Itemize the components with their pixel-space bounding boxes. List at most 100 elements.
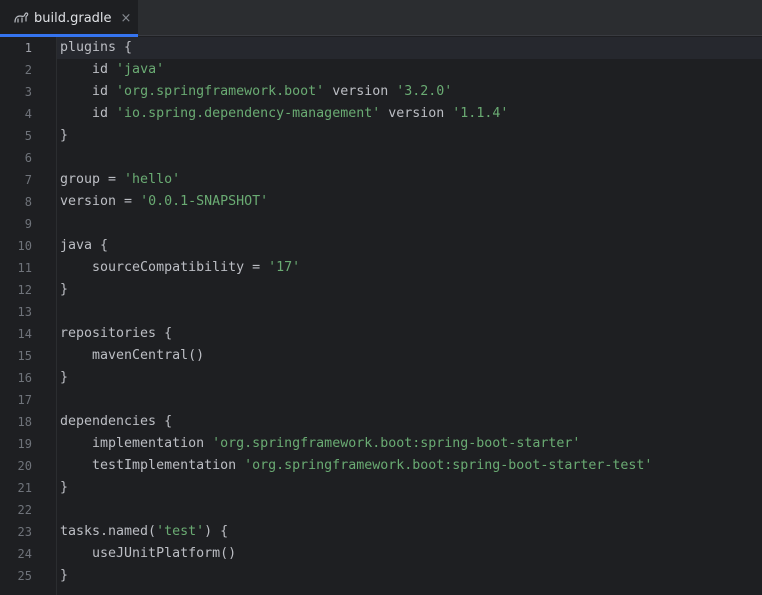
code-text: }: [60, 477, 68, 499]
string-token: '1.1.4': [452, 106, 509, 121]
code-token: implementation: [60, 436, 213, 451]
code-text: sourceCompatibility = '17': [60, 257, 300, 279]
code-line[interactable]: 1 plugins {: [0, 37, 762, 59]
code-token: tasks.named(: [60, 524, 157, 539]
code-token: }: [60, 128, 69, 143]
line-number: 23: [17, 525, 32, 539]
code-token: group =: [60, 172, 125, 187]
code-text: id 'java': [60, 59, 164, 81]
line-number: 3: [24, 85, 32, 99]
line-number: 9: [24, 217, 32, 231]
code-line[interactable]: 16}: [0, 367, 762, 389]
code-line[interactable]: 18 dependencies {: [0, 411, 762, 433]
code-line[interactable]: 21}: [0, 477, 762, 499]
line-number: 6: [24, 151, 32, 165]
code-token: dependencies {: [60, 414, 173, 429]
line-number: 4: [24, 107, 32, 121]
line-number: 11: [17, 261, 32, 275]
code-line[interactable]: 23 tasks.named('test') {: [0, 521, 762, 543]
code-line[interactable]: 22: [0, 499, 762, 521]
code-line[interactable]: 14 repositories {: [0, 323, 762, 345]
code-token: plugins {: [60, 40, 133, 55]
tab-build-gradle[interactable]: build.gradle ×: [0, 0, 138, 37]
line-number: 24: [17, 547, 32, 561]
editor-tab-bar: build.gradle ×: [0, 0, 762, 37]
code-line[interactable]: 3 id 'org.springframework.boot' version …: [0, 81, 762, 103]
line-number: 1: [24, 41, 32, 55]
line-number: 12: [17, 283, 32, 297]
gradle-elephant-icon: [13, 10, 29, 26]
code-text: dependencies {: [60, 411, 172, 433]
code-line[interactable]: 15 mavenCentral(): [0, 345, 762, 367]
code-text: }: [60, 565, 68, 587]
string-token: 'test': [156, 524, 205, 539]
line-number: 2: [24, 63, 32, 77]
code-text: tasks.named('test') {: [60, 521, 228, 543]
string-token: '3.2.0': [396, 84, 453, 99]
code-line[interactable]: 4 id 'io.spring.dependency-management' v…: [0, 103, 762, 125]
code-token: testImplementation: [60, 458, 245, 473]
code-token: id: [60, 84, 117, 99]
code-line[interactable]: 19 implementation 'org.springframework.b…: [0, 433, 762, 455]
code-text: }: [60, 367, 68, 389]
code-line[interactable]: 13: [0, 301, 762, 323]
code-token: ) {: [204, 524, 229, 539]
code-line[interactable]: 6: [0, 147, 762, 169]
line-number: 17: [17, 393, 32, 407]
code-token: }: [60, 370, 69, 385]
string-token: 'org.springframework.boot:spring-boot-st…: [212, 436, 581, 451]
code-text: id 'org.springframework.boot' version '3…: [60, 81, 452, 103]
line-number: 10: [17, 239, 32, 253]
string-token: 'java': [116, 62, 165, 77]
code-token: }: [60, 568, 69, 583]
code-text: testImplementation 'org.springframework.…: [60, 455, 652, 477]
code-editor[interactable]: 1 plugins {2 id 'java' 3 id 'org.springfra…: [0, 37, 762, 595]
code-text: plugins {: [60, 37, 132, 59]
code-token: sourceCompatibility =: [60, 260, 269, 275]
code-text: version = '0.0.1-SNAPSHOT': [60, 191, 268, 213]
code-line[interactable]: 25}: [0, 565, 762, 587]
line-number: 19: [17, 437, 32, 451]
code-text: useJUnitPlatform(): [60, 543, 236, 565]
code-line[interactable]: 17: [0, 389, 762, 411]
line-number: 14: [17, 327, 32, 341]
code-token: useJUnitPlatform(): [60, 546, 237, 561]
code-line[interactable]: 24 useJUnitPlatform(): [0, 543, 762, 565]
code-line[interactable]: 2 id 'java': [0, 59, 762, 81]
code-line[interactable]: 7 group = 'hello': [0, 169, 762, 191]
line-number: 25: [17, 569, 32, 583]
code-line[interactable]: 9: [0, 213, 762, 235]
code-token: mavenCentral(): [60, 348, 205, 363]
code-line[interactable]: 11 sourceCompatibility = '17': [0, 257, 762, 279]
code-line[interactable]: 5}: [0, 125, 762, 147]
code-text: implementation 'org.springframework.boot…: [60, 433, 580, 455]
line-number: 22: [17, 503, 32, 517]
code-line[interactable]: 12}: [0, 279, 762, 301]
line-number: 16: [17, 371, 32, 385]
code-line[interactable]: 10 java {: [0, 235, 762, 257]
code-text: repositories {: [60, 323, 172, 345]
tab-label: build.gradle: [34, 10, 112, 26]
code-token: version =: [60, 194, 141, 209]
string-token: 'hello': [124, 172, 181, 187]
code-text: }: [60, 279, 68, 301]
code-token: version: [380, 106, 453, 121]
string-token: 'org.springframework.boot:spring-boot-st…: [244, 458, 653, 473]
line-number: 18: [17, 415, 32, 429]
line-number: 20: [17, 459, 32, 473]
close-icon[interactable]: ×: [121, 12, 132, 25]
code-token: repositories {: [60, 326, 173, 341]
code-text: id 'io.spring.dependency-management' ver…: [60, 103, 508, 125]
line-number: 7: [24, 173, 32, 187]
code-text: java {: [60, 235, 108, 257]
string-token: '0.0.1-SNAPSHOT': [140, 194, 269, 209]
code-line[interactable]: 20 testImplementation 'org.springframewo…: [0, 455, 762, 477]
code-text: }: [60, 125, 68, 147]
code-line[interactable]: 8 version = '0.0.1-SNAPSHOT': [0, 191, 762, 213]
string-token: 'io.spring.dependency-management': [116, 106, 381, 121]
code-token: }: [60, 282, 69, 297]
line-number: 21: [17, 481, 32, 495]
code-lines: 1 plugins {2 id 'java' 3 id 'org.springfra…: [0, 37, 762, 587]
code-token: java {: [60, 238, 109, 253]
code-token: version: [324, 84, 397, 99]
